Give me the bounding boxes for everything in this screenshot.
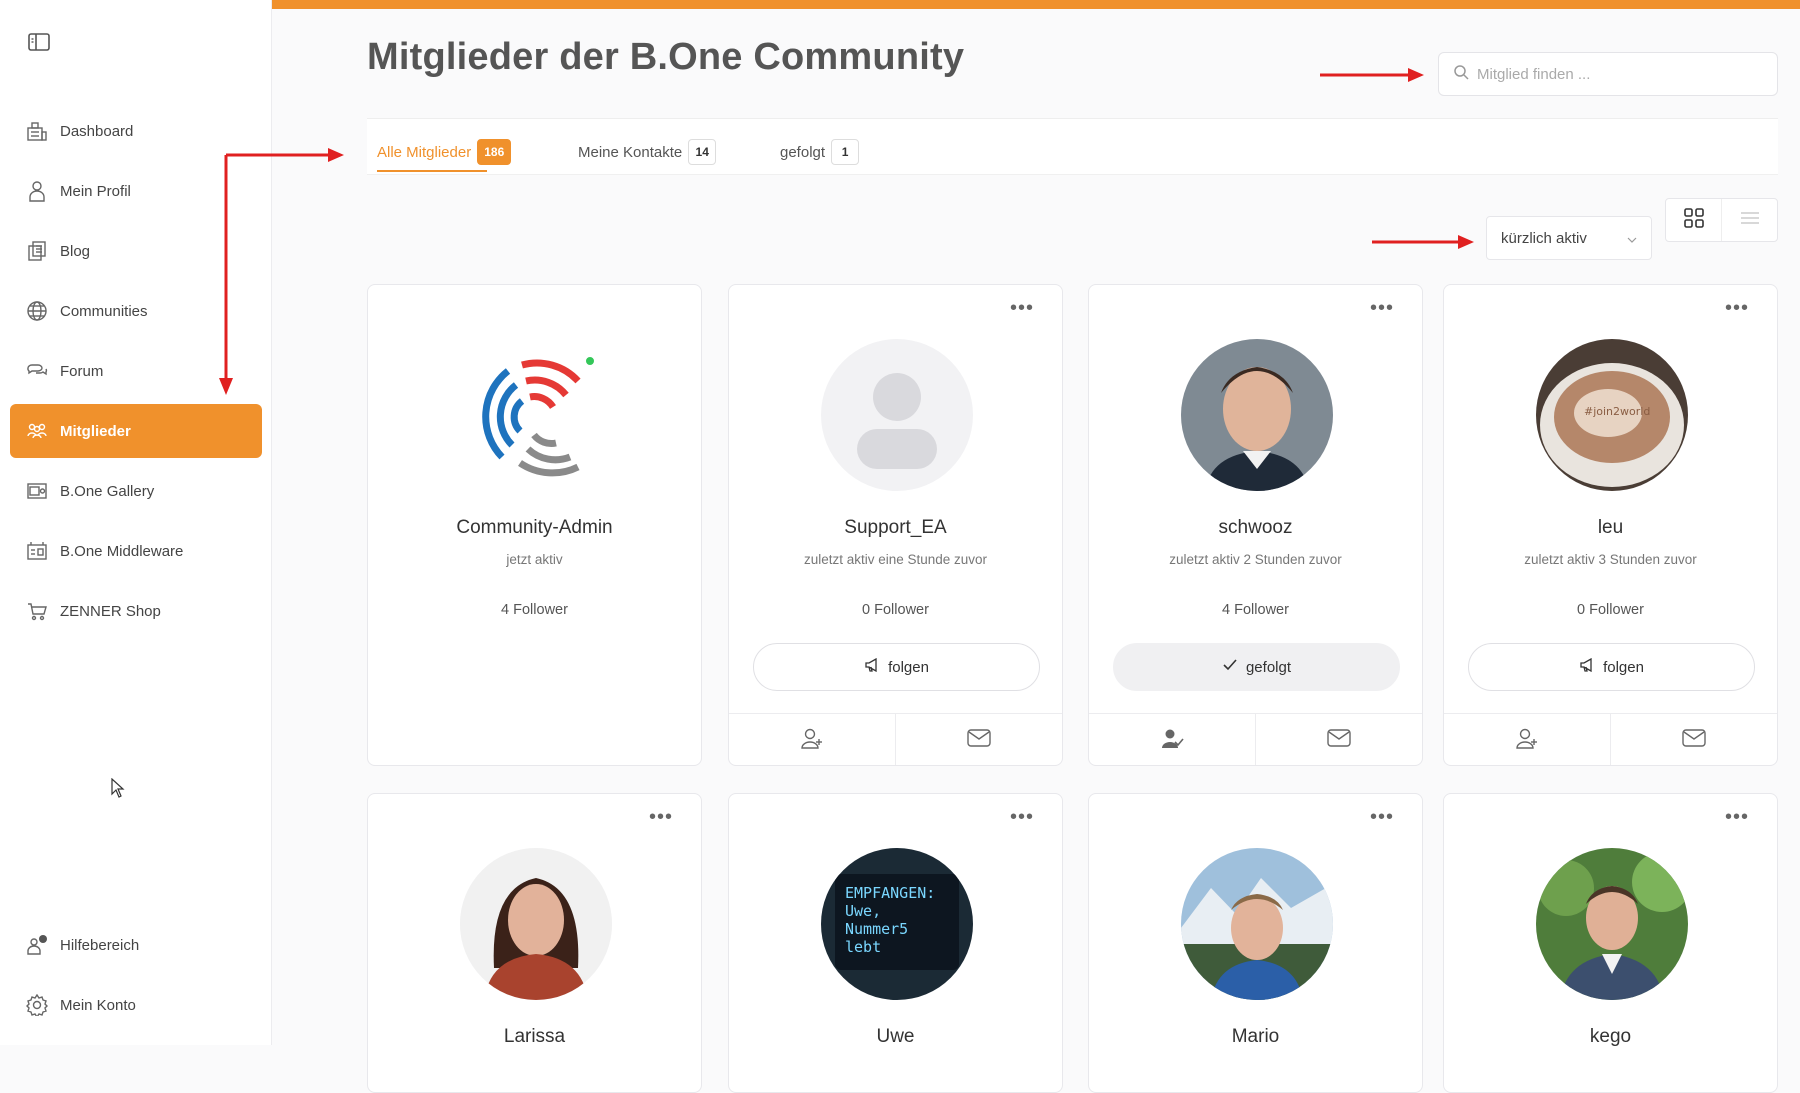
member-name[interactable]: Support_EA	[729, 517, 1062, 539]
member-card[interactable]: ••• Mario	[1088, 793, 1423, 1093]
card-actions	[1089, 713, 1422, 765]
more-options-icon[interactable]: •••	[649, 807, 673, 827]
display-line: Nummer5	[845, 920, 908, 938]
card-actions	[1444, 713, 1777, 765]
member-follower-count: 0 Follower	[862, 602, 929, 618]
display-line: lebt	[845, 938, 881, 956]
more-options-icon[interactable]: •••	[1370, 807, 1394, 827]
member-follower-count: 4 Follower	[1222, 602, 1289, 618]
megaphone-icon	[864, 657, 888, 676]
member-avatar-placeholder[interactable]	[821, 339, 973, 491]
envelope-icon	[1327, 729, 1351, 752]
envelope-icon	[1682, 729, 1706, 752]
add-contact-button[interactable]	[1444, 714, 1611, 765]
member-card[interactable]: ••• schwooz zuletzt aktiv 2 Stunden zuvo…	[1088, 284, 1423, 766]
member-follower-count: 4 Follower	[501, 602, 568, 618]
add-user-icon	[1515, 727, 1539, 754]
message-button[interactable]	[896, 714, 1062, 765]
follow-button[interactable]: folgen	[753, 643, 1040, 691]
contact-status-button[interactable]	[1089, 714, 1256, 765]
online-status-dot	[584, 355, 596, 367]
more-options-icon[interactable]: •••	[1010, 298, 1034, 318]
member-avatar[interactable]: #join2world	[1536, 339, 1688, 491]
more-options-icon[interactable]: •••	[1010, 807, 1034, 827]
member-last-active: zuletzt aktiv 2 Stunden zuvor	[1169, 552, 1342, 567]
member-name[interactable]: schwooz	[1089, 517, 1422, 539]
member-last-active: jetzt aktiv	[506, 552, 563, 567]
follow-button-label: folgen	[1603, 658, 1644, 676]
member-avatar[interactable]	[1536, 848, 1688, 1000]
member-last-active: zuletzt aktiv eine Stunde zuvor	[803, 552, 988, 567]
add-user-icon	[800, 727, 824, 754]
svg-text:#join2world: #join2world	[1584, 405, 1650, 418]
member-card[interactable]: ••• Support_EA zuletzt aktiv eine Stunde…	[728, 284, 1063, 766]
follow-button[interactable]: folgen	[1468, 643, 1755, 691]
member-card[interactable]: ••• #join2world leu zuletzt aktiv 3 Stun…	[1443, 284, 1778, 766]
follow-button-label: folgen	[888, 658, 929, 676]
card-actions	[729, 713, 1062, 765]
more-options-icon[interactable]: •••	[1725, 298, 1749, 318]
check-icon	[1222, 658, 1246, 676]
display-line: Uwe,	[845, 902, 881, 920]
member-card[interactable]: Community-Admin jetzt aktiv 4 Follower	[367, 284, 702, 766]
envelope-icon	[967, 729, 991, 752]
member-card[interactable]: ••• kego	[1443, 793, 1778, 1093]
display-line: EMPFANGEN:	[845, 884, 935, 902]
member-avatar[interactable]	[1181, 339, 1333, 491]
member-follower-count: 0 Follower	[1577, 602, 1644, 618]
follow-button-label: gefolgt	[1245, 658, 1292, 676]
member-name[interactable]: Community-Admin	[368, 517, 701, 539]
member-name[interactable]: leu	[1444, 517, 1777, 539]
member-avatar[interactable]	[460, 848, 612, 1000]
more-options-icon[interactable]: •••	[1725, 807, 1749, 827]
member-avatar[interactable]: EMPFANGEN: Uwe, Nummer5 lebt	[821, 848, 973, 1000]
member-avatar[interactable]	[1181, 848, 1333, 1000]
add-contact-button[interactable]	[729, 714, 896, 765]
member-last-active: zuletzt aktiv 3 Stunden zuvor	[1524, 552, 1697, 567]
more-options-icon[interactable]: •••	[1370, 298, 1394, 318]
message-button[interactable]	[1256, 714, 1422, 765]
member-card[interactable]: ••• EMPFANGEN: Uwe, Nummer5 lebt Uwe	[728, 793, 1063, 1093]
megaphone-icon	[1579, 657, 1603, 676]
unfollow-button[interactable]: gefolgt	[1113, 643, 1400, 691]
user-check-icon	[1160, 727, 1184, 754]
message-button[interactable]	[1611, 714, 1777, 765]
member-card[interactable]: ••• Larissa	[367, 793, 702, 1093]
